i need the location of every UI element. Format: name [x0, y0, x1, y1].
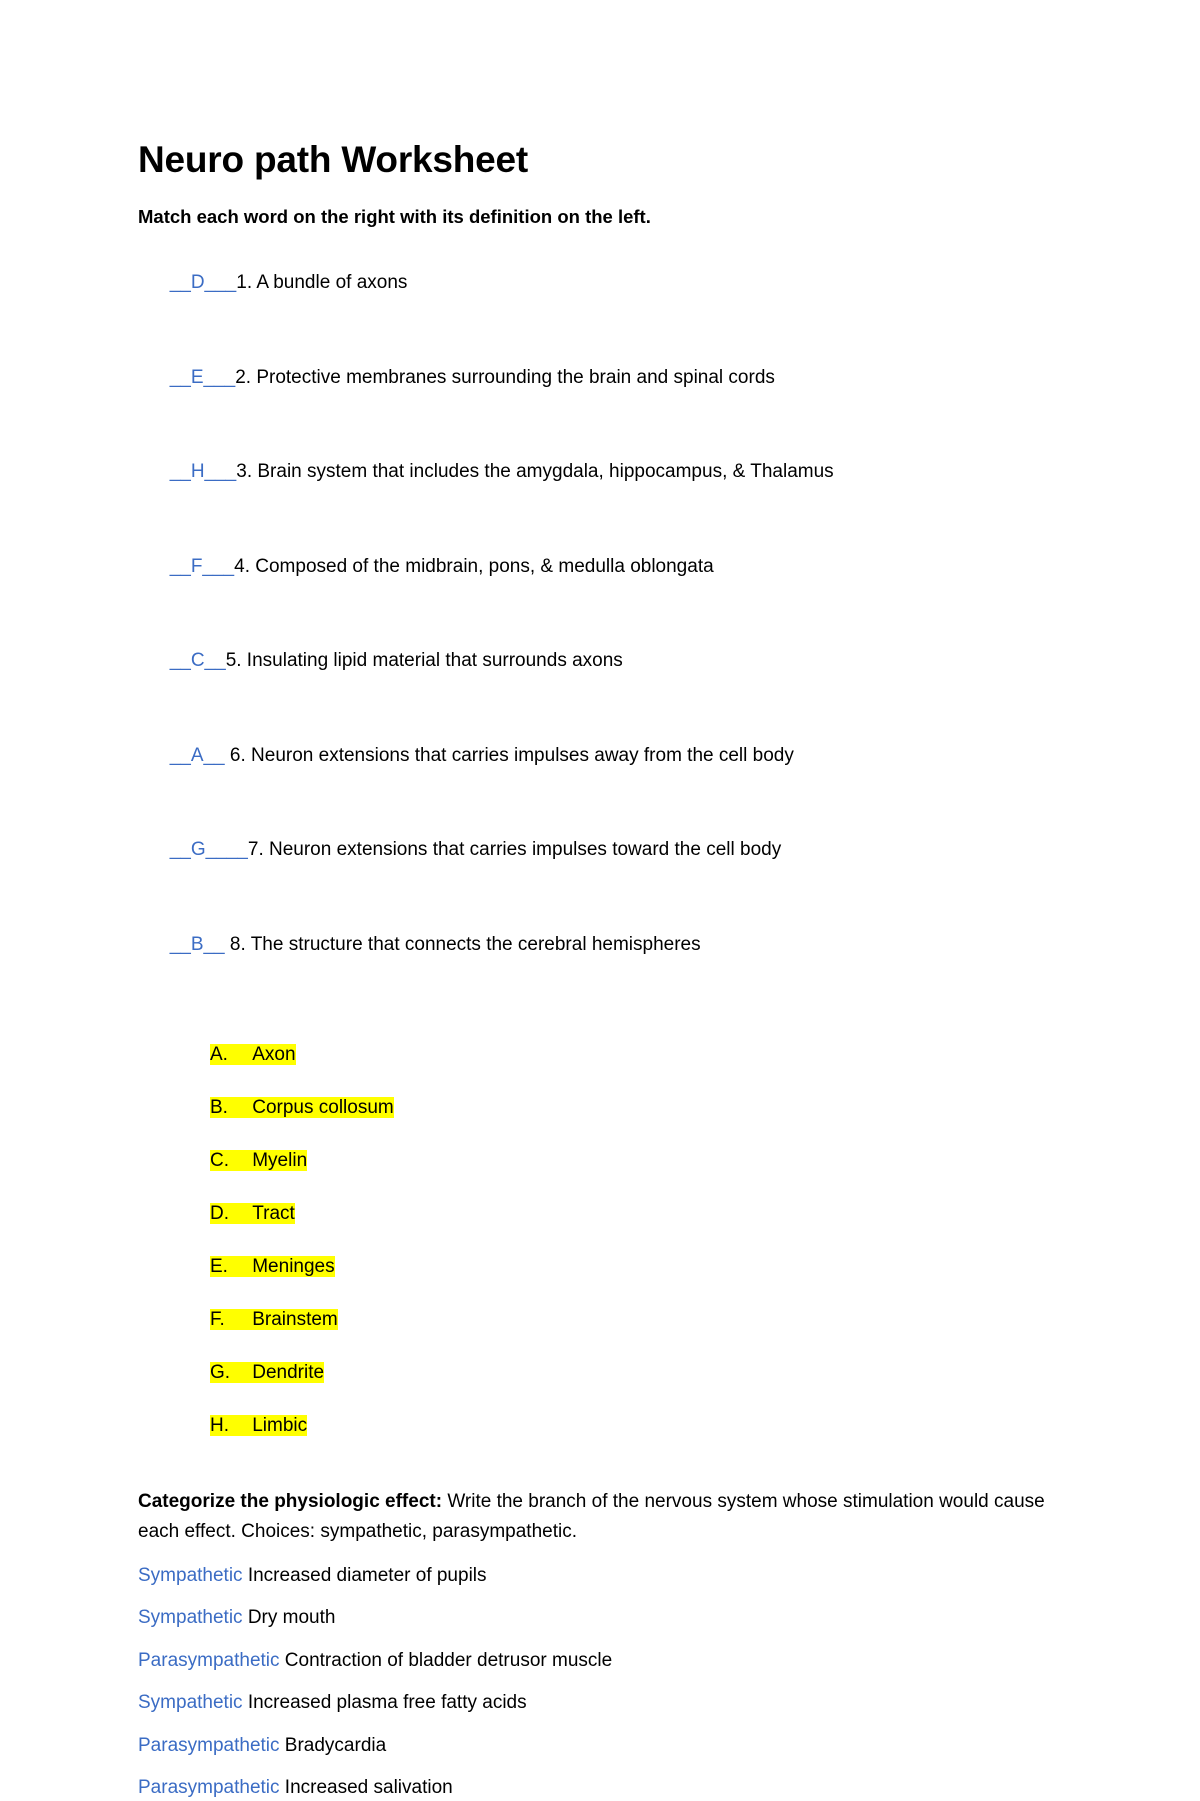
definition-text: 4. Composed of the midbrain, pons, & med… — [234, 556, 714, 577]
matching-row: __G____7. Neuron extensions that carries… — [138, 811, 1070, 889]
word-bank-item-text: F. Brainstem — [210, 1309, 338, 1330]
matching-row: __C__5. Insulating lipid material that s… — [138, 622, 1070, 700]
word-bank-item-text: A. Axon — [210, 1044, 296, 1065]
word-bank-item: F. Brainstem — [210, 1307, 1070, 1333]
effect-row: Sympathetic Increased diameter of pupils — [138, 1563, 1048, 1589]
effect-row: Sympathetic Dry mouth — [138, 1605, 1048, 1631]
effect-description: Increased salivation — [280, 1777, 453, 1798]
answer-blank[interactable]: __B__ — [170, 934, 225, 955]
matching-row: __A__ 6. Neuron extensions that carries … — [138, 717, 1070, 795]
effect-answer[interactable]: Sympathetic — [138, 1565, 243, 1586]
definition-text: 3. Brain system that includes the amygda… — [236, 461, 833, 482]
matching-row: __E___2. Protective membranes surroundin… — [138, 339, 1070, 417]
effect-row: Parasympathetic Increased salivation — [138, 1775, 1048, 1801]
word-bank-item: E. Meninges — [210, 1254, 1070, 1280]
word-bank-item-text: B. Corpus collosum — [210, 1097, 394, 1118]
effect-description: Increased plasma free fatty acids — [243, 1692, 527, 1713]
matching-row: __H___3. Brain system that includes the … — [138, 433, 1070, 511]
definition-text: 6. Neuron extensions that carries impuls… — [225, 745, 794, 766]
matching-row: __B__ 8. The structure that connects the… — [138, 906, 1070, 984]
effect-list: Sympathetic Increased diameter of pupils… — [138, 1563, 1048, 1801]
answer-blank[interactable]: __H___ — [170, 461, 237, 482]
word-bank-item-text: D. Tract — [210, 1203, 295, 1224]
effect-row: Parasympathetic Contraction of bladder d… — [138, 1648, 1048, 1674]
effect-answer[interactable]: Parasympathetic — [138, 1650, 280, 1671]
definition-text: 2. Protective membranes surrounding the … — [235, 367, 775, 388]
effect-answer[interactable]: Sympathetic — [138, 1692, 243, 1713]
matching-row: __F___4. Composed of the midbrain, pons,… — [138, 528, 1070, 606]
effect-row: Parasympathetic Bradycardia — [138, 1733, 1048, 1759]
categorize-instruction-lead: Categorize the physiologic effect: — [138, 1491, 442, 1512]
word-bank-item: H. Limbic — [210, 1413, 1070, 1439]
word-bank-list: A. Axon B. Corpus collosum C. Myelin D. … — [138, 1042, 1070, 1439]
effect-answer[interactable]: Parasympathetic — [138, 1735, 280, 1756]
effect-description: Dry mouth — [243, 1607, 336, 1628]
word-bank-item-text: C. Myelin — [210, 1150, 307, 1171]
definition-text: 8. The structure that connects the cereb… — [225, 934, 701, 955]
worksheet-page: Neuro path Worksheet Match each word on … — [0, 0, 1200, 1553]
definition-text: 5. Insulating lipid material that surrou… — [226, 650, 623, 671]
answer-blank[interactable]: __E___ — [170, 367, 236, 388]
answer-blank[interactable]: __A__ — [170, 745, 225, 766]
word-bank-item: C. Myelin — [210, 1148, 1070, 1174]
word-bank-item-text: G. Dendrite — [210, 1362, 324, 1383]
answer-blank[interactable]: __F___ — [170, 556, 234, 577]
effect-description: Contraction of bladder detrusor muscle — [280, 1650, 613, 1671]
definition-text: 7. Neuron extensions that carries impuls… — [248, 839, 781, 860]
categorize-section: Categorize the physiologic effect: Write… — [138, 1487, 1048, 1801]
page-title: Neuro path Worksheet — [138, 138, 1070, 182]
answer-blank[interactable]: __C__ — [170, 650, 226, 671]
effect-answer[interactable]: Parasympathetic — [138, 1777, 280, 1798]
matching-instruction: Match each word on the right with its de… — [138, 204, 1070, 230]
effect-answer[interactable]: Sympathetic — [138, 1607, 243, 1628]
effect-description: Bradycardia — [280, 1735, 387, 1756]
effect-description: Increased diameter of pupils — [243, 1565, 487, 1586]
word-bank-item: A. Axon — [210, 1042, 1070, 1068]
word-bank-item-text: E. Meninges — [210, 1256, 335, 1277]
effect-row: Sympathetic Increased plasma free fatty … — [138, 1690, 1048, 1716]
word-bank-item: B. Corpus collosum — [210, 1095, 1070, 1121]
matching-list: __D___1. A bundle of axons __E___2. Prot… — [138, 244, 1070, 984]
answer-blank[interactable]: __D___ — [170, 272, 237, 293]
word-bank-item: D. Tract — [210, 1201, 1070, 1227]
definition-text: 1. A bundle of axons — [236, 272, 407, 293]
word-bank-item: G. Dendrite — [210, 1360, 1070, 1386]
matching-row: __D___1. A bundle of axons — [138, 244, 1070, 322]
word-bank-item-text: H. Limbic — [210, 1415, 307, 1436]
categorize-instruction: Categorize the physiologic effect: Write… — [138, 1487, 1048, 1547]
answer-blank[interactable]: __G____ — [170, 839, 248, 860]
